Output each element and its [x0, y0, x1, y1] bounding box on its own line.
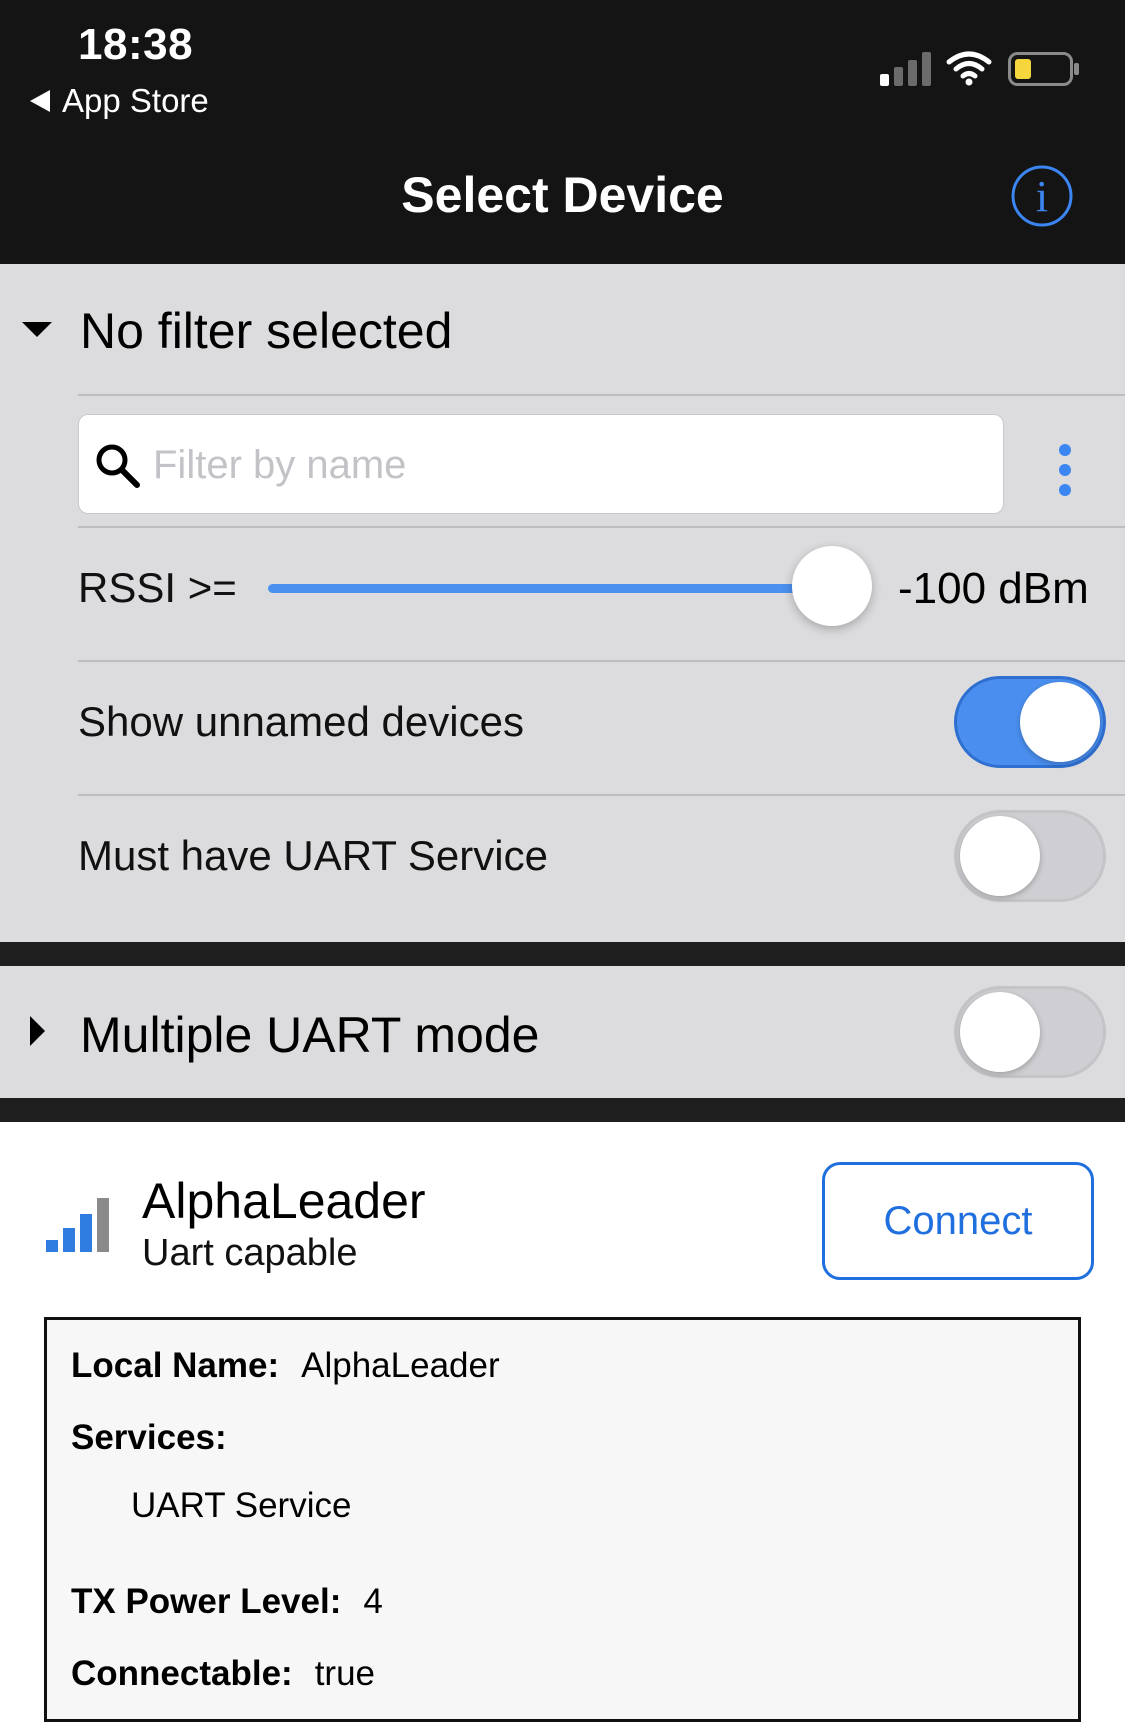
battery-icon	[1008, 52, 1079, 86]
multiple-uart-label[interactable]: Multiple UART mode	[80, 1006, 539, 1064]
must-have-uart-toggle[interactable]	[954, 810, 1106, 902]
services-key: Services:	[71, 1418, 227, 1457]
cellular-signal-icon	[880, 52, 931, 86]
toggle-knob	[960, 992, 1040, 1072]
rssi-label: RSSI >=	[78, 564, 237, 611]
connectable-row: Connectable: true	[71, 1654, 375, 1694]
search-input[interactable]	[151, 415, 985, 515]
back-app-label: App Store	[62, 82, 209, 119]
back-arrow-icon	[30, 90, 50, 112]
divider	[78, 794, 1125, 796]
device-name: AlphaLeader	[142, 1173, 426, 1229]
tx-power-value: 4	[363, 1582, 383, 1621]
search-field[interactable]	[78, 414, 1004, 515]
more-options-icon[interactable]	[1050, 442, 1080, 498]
device-subtitle: Uart capable	[142, 1232, 358, 1274]
section-divider	[0, 942, 1125, 966]
rssi-slider-track[interactable]	[268, 584, 798, 593]
tx-power-row: TX Power Level: 4	[71, 1582, 383, 1622]
connect-button[interactable]: Connect	[822, 1162, 1094, 1280]
filter-header[interactable]: No filter selected	[80, 302, 452, 360]
services-row: Services:	[71, 1418, 227, 1458]
top-bar: 18:38 App Store Select Device i	[0, 0, 1125, 264]
advertisement-details: Local Name: AlphaLeader Services: UART Se…	[44, 1317, 1081, 1722]
section-divider	[0, 1098, 1125, 1122]
multiple-uart-toggle[interactable]	[954, 986, 1106, 1078]
local-name-value: AlphaLeader	[301, 1346, 500, 1385]
status-time: 18:38	[78, 20, 194, 69]
rssi-slider-thumb[interactable]	[792, 546, 872, 626]
connectable-key: Connectable:	[71, 1654, 293, 1693]
page-title: Select Device	[401, 167, 724, 223]
svg-text:i: i	[1036, 172, 1048, 221]
divider	[78, 660, 1125, 662]
local-name-key: Local Name:	[71, 1346, 280, 1385]
multiple-uart-panel: Multiple UART mode	[0, 966, 1125, 1098]
device-row[interactable]: AlphaLeader Uart capable Connect	[0, 1122, 1125, 1322]
toggle-knob	[1020, 682, 1100, 762]
expand-arrow-icon[interactable]	[30, 1016, 45, 1046]
toggle-knob	[960, 816, 1040, 896]
divider	[78, 394, 1125, 396]
rssi-value: -100 dBm	[898, 564, 1089, 613]
service-item: UART Service	[131, 1486, 352, 1525]
show-unnamed-label: Show unnamed devices	[78, 698, 524, 745]
search-icon	[96, 444, 140, 488]
back-to-app-store[interactable]: App Store	[30, 82, 209, 120]
divider	[78, 526, 1125, 528]
show-unnamed-toggle[interactable]	[954, 676, 1106, 768]
tx-power-key: TX Power Level:	[71, 1582, 342, 1621]
connectable-value: true	[314, 1654, 376, 1693]
signal-strength-icon	[46, 1198, 109, 1252]
filter-panel: No filter selected RSSI >= -100 dBm Show…	[0, 264, 1125, 942]
collapse-arrow-icon[interactable]	[22, 322, 52, 337]
info-icon[interactable]: i	[1010, 164, 1074, 228]
local-name-row: Local Name: AlphaLeader	[71, 1346, 500, 1386]
wifi-icon	[946, 51, 992, 86]
must-have-uart-label: Must have UART Service	[78, 832, 548, 879]
